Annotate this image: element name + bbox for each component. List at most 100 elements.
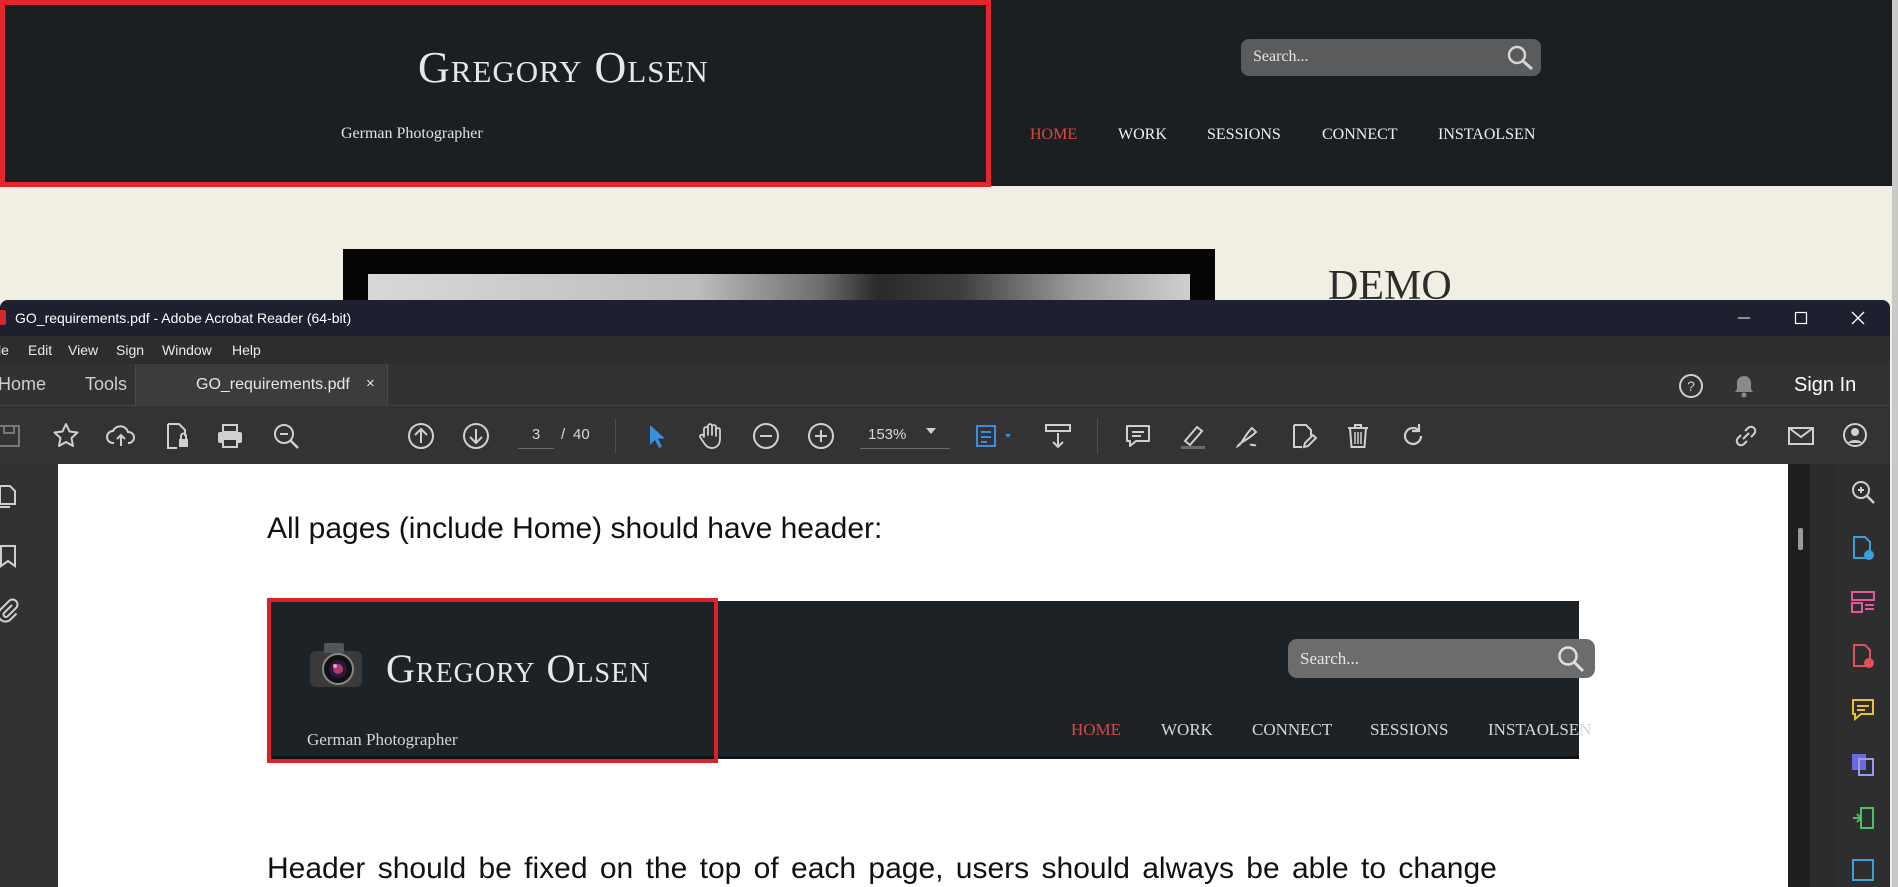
site-nav-sessions[interactable]: SESSIONS — [1207, 126, 1281, 144]
export-pdf-icon[interactable] — [1849, 642, 1877, 670]
find-button[interactable] — [270, 420, 302, 452]
site-nav-work[interactable]: WORK — [1118, 126, 1167, 144]
left-panel — [0, 464, 58, 887]
combine-files-icon[interactable] — [1849, 750, 1877, 778]
zoom-search-icon — [274, 424, 299, 449]
print-icon — [218, 424, 242, 448]
menu-view[interactable]: View — [68, 342, 98, 358]
zoom-level-select[interactable]: 153% — [860, 421, 950, 449]
hand-icon — [699, 423, 721, 449]
site-nav-home[interactable]: HOME — [1030, 126, 1077, 144]
compress-icon[interactable] — [1849, 804, 1877, 832]
zoom-in-button[interactable] — [805, 420, 837, 452]
scroll-icon — [1045, 424, 1071, 449]
print-button[interactable] — [214, 420, 246, 452]
search-icon — [1558, 646, 1585, 673]
right-tools-panel — [1836, 464, 1890, 887]
pdf-header-search: Search... — [1288, 639, 1595, 678]
menu-sign[interactable]: Sign — [116, 342, 144, 358]
maximize-icon — [1794, 311, 1808, 325]
edit-icon — [1293, 424, 1318, 449]
attachment-icon[interactable] — [0, 596, 22, 624]
next-page-button[interactable] — [460, 420, 492, 452]
pdf-nav-sessions: SESSIONS — [1370, 720, 1449, 739]
plus-circle-icon — [808, 423, 834, 449]
sign-in-button[interactable]: Sign In — [1794, 374, 1856, 397]
pdf-nav-work: WORK — [1161, 720, 1213, 739]
title-bar: GO_requirements.pdf - Adobe Acrobat Read… — [0, 300, 1890, 336]
comment-panel-icon[interactable] — [1849, 696, 1877, 724]
scroll-mode-button[interactable] — [1042, 420, 1074, 452]
save-button[interactable] — [0, 420, 26, 452]
bookmark-icon[interactable] — [0, 542, 22, 570]
site-search-placeholder: Search... — [1253, 48, 1309, 65]
menu-bar — [0, 336, 1890, 364]
fit-page-icon — [976, 425, 1011, 447]
comment-button[interactable] — [1122, 420, 1154, 452]
previous-page-button[interactable] — [405, 420, 437, 452]
scrollbar-thumb[interactable] — [1798, 528, 1803, 550]
arrow-down-circle-icon — [463, 423, 489, 449]
site-scrollbar[interactable] — [1892, 0, 1898, 887]
tab-tools[interactable]: Tools — [85, 374, 127, 395]
window-title: GO_requirements.pdf - Adobe Acrobat Read… — [15, 310, 352, 326]
page-fit-button[interactable] — [972, 420, 1016, 452]
zoom-icon[interactable] — [1849, 478, 1877, 506]
organize-pages-icon[interactable] — [1849, 588, 1877, 616]
protect-file-button[interactable] — [160, 420, 192, 452]
site-nav-instaolsen[interactable]: INSTAOLSEN — [1438, 126, 1535, 144]
search-icon[interactable] — [1505, 44, 1535, 72]
close-icon — [1851, 311, 1865, 325]
minimize-button[interactable] — [1716, 300, 1772, 336]
highlight-box — [0, 0, 991, 187]
pdf-text-line: Header should be fixed on the top of eac… — [267, 852, 1497, 885]
delete-button[interactable] — [1342, 420, 1374, 452]
page-separator: / — [561, 426, 566, 443]
rotate-icon — [1403, 424, 1423, 445]
bell-icon[interactable] — [1730, 372, 1758, 400]
more-tools-icon[interactable] — [1849, 856, 1877, 884]
rotate-button[interactable] — [1397, 420, 1429, 452]
tab-home[interactable]: Home — [0, 374, 46, 395]
pdf-nav-instaolsen: INSTAOLSEN — [1488, 720, 1592, 739]
help-icon[interactable]: ? — [1677, 372, 1705, 400]
upload-button[interactable] — [105, 420, 137, 452]
tab-document[interactable]: GO_requirements.pdf × — [135, 364, 388, 406]
select-tool-button[interactable] — [640, 420, 672, 452]
close-window-button[interactable] — [1830, 300, 1886, 336]
file-lock-icon — [167, 423, 188, 449]
chevron-down-icon[interactable] — [926, 428, 936, 434]
svg-text:?: ? — [1687, 378, 1695, 394]
save-icon — [0, 425, 20, 447]
page-number-input[interactable]: 3 — [518, 421, 554, 449]
hand-tool-button[interactable] — [695, 420, 727, 452]
highlight-button[interactable] — [1177, 420, 1209, 452]
email-button[interactable] — [1785, 420, 1817, 452]
menu-file[interactable]: le — [0, 342, 9, 358]
pdf-page[interactable]: All pages (include Home) should have hea… — [58, 464, 1788, 887]
acrobat-icon — [0, 310, 6, 325]
menu-help[interactable]: Help — [232, 342, 261, 358]
star-icon — [53, 423, 79, 447]
zoom-out-button[interactable] — [750, 420, 782, 452]
maximize-button[interactable] — [1773, 300, 1829, 336]
cursor-arrow-icon — [650, 425, 665, 448]
page-thumbnails-icon[interactable] — [0, 482, 22, 510]
share-link-button[interactable] — [1730, 420, 1762, 452]
link-icon — [1735, 425, 1757, 447]
bookmark-star-button[interactable] — [50, 420, 82, 452]
edit-text-button[interactable] — [1287, 420, 1319, 452]
close-tab-icon[interactable]: × — [366, 375, 375, 392]
menu-window[interactable]: Window — [162, 342, 212, 358]
pdf-nav-home: HOME — [1071, 720, 1122, 739]
arrow-up-circle-icon — [408, 423, 434, 449]
scroll-gutter — [1810, 464, 1836, 887]
site-search-input[interactable]: Search... — [1241, 39, 1541, 76]
sign-button[interactable] — [1232, 420, 1264, 452]
comment-icon — [1126, 425, 1150, 447]
pen-sign-icon — [1235, 426, 1258, 449]
menu-edit[interactable]: Edit — [28, 342, 52, 358]
create-pdf-icon[interactable] — [1849, 534, 1877, 562]
share-user-button[interactable] — [1840, 420, 1872, 452]
site-nav-connect[interactable]: CONNECT — [1322, 126, 1398, 144]
